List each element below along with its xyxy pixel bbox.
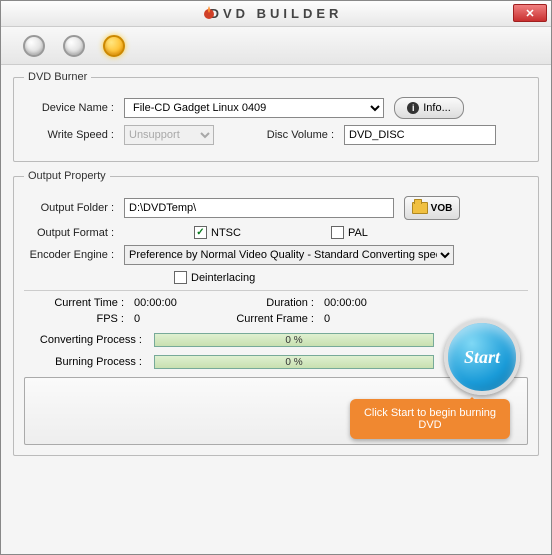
stats-section: Current Time : 00:00:00 Duration : 00:00… <box>24 290 528 445</box>
burn-icon <box>201 4 217 23</box>
ntsc-checkbox[interactable]: ✓ NTSC <box>194 226 241 239</box>
disc-volume-input[interactable] <box>344 125 496 145</box>
content-area: DVD Burner Device Name : File-CD Gadget … <box>1 65 551 474</box>
device-name-label: Device Name : <box>24 102 124 114</box>
duration-label: Duration : <box>224 297 324 309</box>
close-icon: ✕ <box>525 7 534 20</box>
current-frame-label: Current Frame : <box>224 313 324 325</box>
info-icon: i <box>407 102 419 114</box>
dvd-builder-window: DVD BUILDER ✕ DVD Burner Device Name : F… <box>0 0 552 555</box>
checkbox-icon <box>174 271 187 284</box>
duration-value: 00:00:00 <box>324 297 414 309</box>
output-property-group: Output Property Output Folder : VOB Outp… <box>13 170 539 456</box>
burning-percent: 0 % <box>285 357 302 368</box>
start-tooltip: Click Start to begin burning DVD <box>350 399 510 439</box>
vob-button[interactable]: VOB <box>404 196 460 220</box>
pal-label: PAL <box>348 227 368 239</box>
window-title: DVD BUILDER <box>210 6 343 21</box>
checkbox-icon <box>331 226 344 239</box>
folder-icon <box>412 202 428 214</box>
step-1-button[interactable] <box>23 35 45 57</box>
device-name-select[interactable]: File-CD Gadget Linux 0409 <box>124 98 384 118</box>
encoder-engine-select[interactable]: Preference by Normal Video Quality - Sta… <box>124 245 454 265</box>
dvd-burner-legend: DVD Burner <box>24 71 91 83</box>
vob-label: VOB <box>431 203 453 214</box>
current-time-label: Current Time : <box>34 297 134 309</box>
fps-value: 0 <box>134 313 224 325</box>
deinterlacing-label: Deinterlacing <box>191 272 255 284</box>
write-speed-label: Write Speed : <box>24 129 124 141</box>
step-2-button[interactable] <box>63 35 85 57</box>
start-button-label: Start <box>464 347 500 368</box>
info-button[interactable]: i Info... <box>394 97 464 119</box>
dvd-burner-group: DVD Burner Device Name : File-CD Gadget … <box>13 71 539 162</box>
start-button[interactable]: Start <box>444 319 520 395</box>
converting-percent: 0 % <box>285 335 302 346</box>
output-property-legend: Output Property <box>24 170 110 182</box>
burning-process-label: Burning Process : <box>24 356 154 368</box>
current-frame-value: 0 <box>324 313 414 325</box>
checkbox-icon: ✓ <box>194 226 207 239</box>
deinterlacing-checkbox[interactable]: Deinterlacing <box>174 271 255 284</box>
encoder-engine-label: Encoder Engine : <box>24 249 124 261</box>
pal-checkbox[interactable]: PAL <box>331 226 368 239</box>
step-3-button[interactable] <box>103 35 125 57</box>
fps-label: FPS : <box>34 313 134 325</box>
close-button[interactable]: ✕ <box>513 4 547 22</box>
converting-progress-bar: 0 % <box>154 333 434 347</box>
write-speed-select[interactable]: Unsupport <box>124 125 214 145</box>
burning-progress-bar: 0 % <box>154 355 434 369</box>
output-folder-label: Output Folder : <box>24 202 124 214</box>
disc-volume-label: Disc Volume : <box>254 129 344 141</box>
converting-process-label: Converting Process : <box>24 334 154 346</box>
titlebar: DVD BUILDER ✕ <box>1 1 551 27</box>
info-button-label: Info... <box>423 102 451 114</box>
toolbar <box>1 27 551 65</box>
ntsc-label: NTSC <box>211 227 241 239</box>
output-folder-input[interactable] <box>124 198 394 218</box>
output-format-label: Output Format : <box>24 227 124 239</box>
current-time-value: 00:00:00 <box>134 297 224 309</box>
